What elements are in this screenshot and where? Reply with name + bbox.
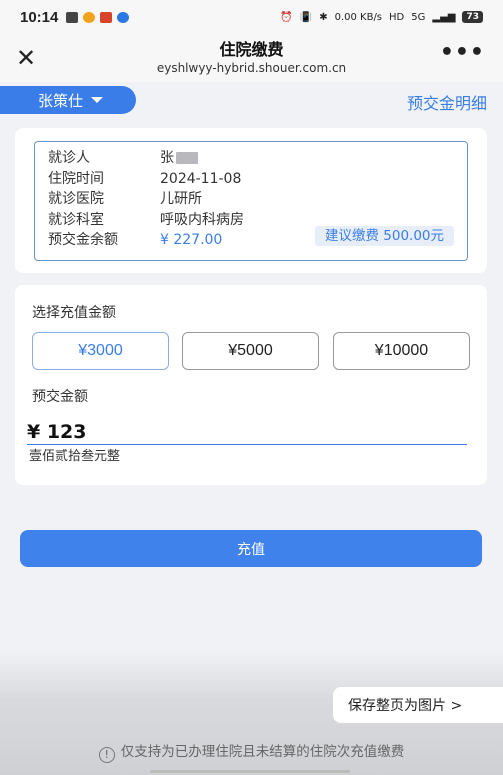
patient-name: 张策仕 (38, 91, 84, 110)
notice-text-row: ! 仅支持为已办理住院且未结算的住院次充值缴费 (0, 740, 503, 763)
page-url: eyshlwyy-hybrid.shouer.com.cn (156, 61, 347, 75)
caret-down-icon (91, 97, 104, 103)
signal-label: 5G (411, 11, 426, 23)
nav-bar: ✕ 住院缴费 eyshlwyy-hybrid.shouer.com.cn ••• (0, 34, 503, 82)
info-row-admission: 住院时间 2024-11-08 (48, 169, 467, 190)
amount-option-10000[interactable]: ¥10000 (333, 332, 470, 370)
info-label: 预交金余额 (48, 232, 118, 248)
info-panel: 就诊人 张 住院时间 2024-11-08 就诊医院 儿研所 就诊科室 呼吸内科… (34, 141, 468, 261)
suggested-payment-badge: 建议缴费 500.00元 (314, 226, 454, 246)
recharge-card: 选择充值金额 ¥3000 ¥5000 ¥10000 预交金额 壹佰贰拾叁元整 (15, 285, 487, 485)
info-value: 呼吸内科病房 (160, 211, 244, 228)
more-icon[interactable]: ••• (440, 40, 485, 65)
gallery-icon (66, 11, 79, 23)
deposit-detail-link[interactable]: 预交金明细 (407, 90, 487, 114)
app-badge-icon (100, 11, 113, 23)
status-time: 10:14 (20, 8, 59, 26)
info-row-hospital: 就诊医院 儿研所 (48, 189, 467, 210)
amount-option-5000[interactable]: ¥5000 (182, 332, 319, 370)
app-notification-icon (83, 11, 96, 23)
amount-in-words: 壹佰贰拾叁元整 (29, 449, 121, 464)
battery-icon: 73 (462, 11, 483, 23)
nav-titles: 住院缴费 eyshlwyy-hybrid.shouer.com.cn (157, 40, 346, 76)
close-icon[interactable]: ✕ (16, 44, 36, 72)
signal-icon: ▂▄▆ (432, 11, 456, 23)
info-label: 就诊人 (48, 150, 90, 166)
info-card: 就诊人 张 住院时间 2024-11-08 就诊医院 儿研所 就诊科室 呼吸内科… (15, 128, 487, 273)
amount-input[interactable] (27, 419, 467, 445)
status-bar: 10:14 ⏰ 📳 ✱ 0.00 KB/s HD 5G ▂▄▆ 73 (0, 0, 503, 34)
deposit-amount-label: 预交金额 (32, 389, 88, 405)
balance-value: ¥ 227.00 (160, 232, 223, 248)
hd-icon: HD (389, 11, 405, 23)
redacted-mask (176, 152, 198, 164)
info-value: 2024-11-08 (160, 170, 242, 187)
save-page-image-button[interactable]: 保存整页为图片 > (333, 687, 503, 723)
vibrate-icon: 📳 (299, 11, 313, 23)
message-icon (117, 11, 130, 23)
notification-icons (66, 11, 130, 23)
info-label: 就诊科室 (48, 211, 104, 228)
notice-text: 仅支持为已办理住院且未结算的住院次充值缴费 (120, 744, 405, 760)
select-amount-label: 选择充值金额 (32, 305, 116, 321)
home-indicator[interactable] (150, 770, 350, 773)
info-icon: ! (98, 747, 115, 763)
info-label: 就诊医院 (48, 191, 104, 207)
patient-row: 张策仕 预交金明细 (0, 84, 503, 116)
recharge-button[interactable]: 充值 (20, 530, 482, 567)
info-value: 张 (160, 148, 198, 169)
info-value: 儿研所 (160, 191, 202, 207)
patient-selector[interactable]: 张策仕 (0, 86, 136, 114)
alarm-icon: ⏰ (280, 11, 293, 23)
system-icons: ⏰ 📳 ✱ 0.00 KB/s HD 5G ▂▄▆ 73 (280, 11, 483, 23)
page-title: 住院缴费 (219, 40, 284, 59)
amount-option-3000[interactable]: ¥3000 (32, 332, 169, 370)
info-row-patient: 就诊人 张 (48, 148, 467, 169)
bluetooth-icon: ✱ (319, 11, 328, 23)
network-speed: 0.00 KB/s (334, 11, 383, 23)
info-label: 住院时间 (48, 170, 104, 187)
